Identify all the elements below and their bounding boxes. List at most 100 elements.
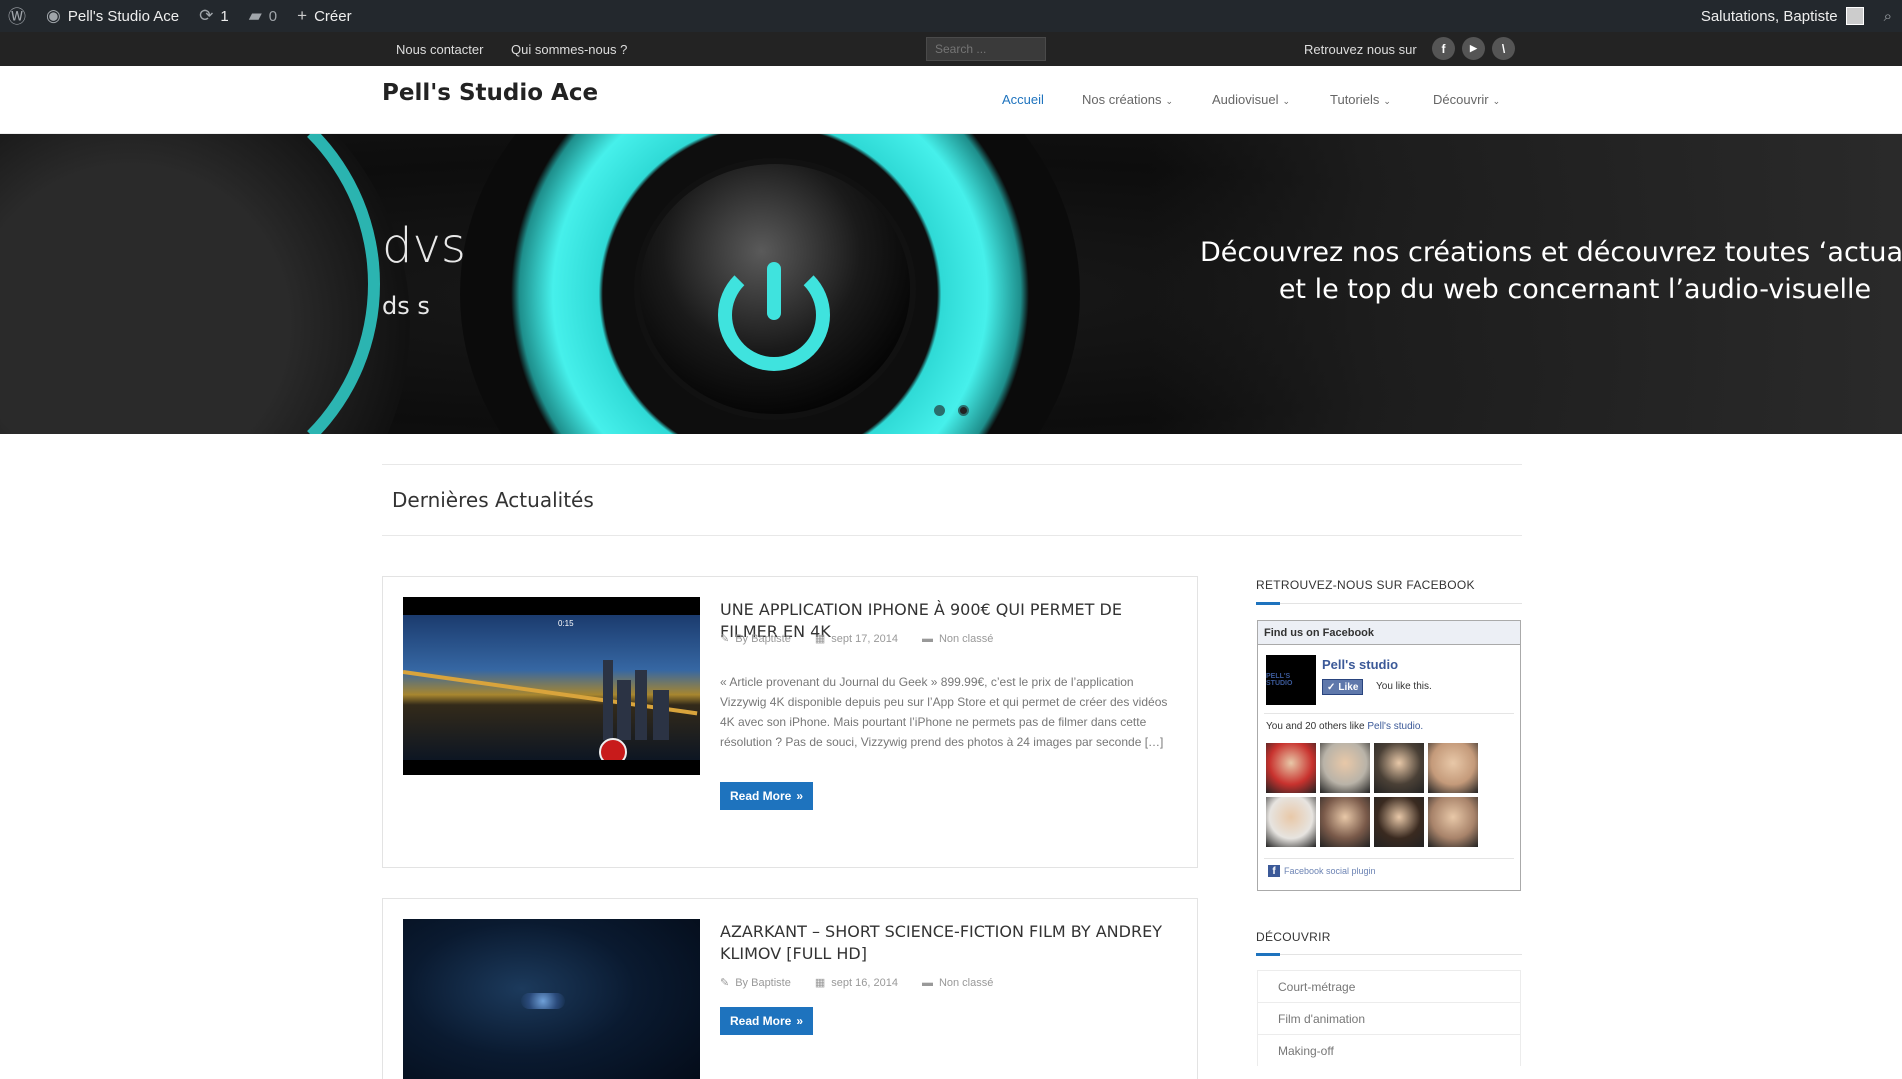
post-date: sept 16, 2014: [831, 976, 898, 989]
post-card: 12:25 PM 0:15 UNE APPLICATION IPHONE À 9…: [382, 576, 1198, 868]
fb-header: Find us on Facebook: [1258, 621, 1520, 645]
topbar-link-contact[interactable]: Nous contacter: [396, 42, 483, 57]
admin-updates[interactable]: ⟳ 1: [189, 0, 239, 32]
fb-others-like: You and 20 others like Pell's studio.: [1266, 721, 1424, 732]
follow-label: Retrouvez nous sur: [1304, 42, 1417, 57]
post-category[interactable]: Non classé: [939, 633, 993, 645]
thumb-tower: [635, 670, 647, 740]
nav-item-audiovisuel[interactable]: Audiovisuel ⌄: [1212, 92, 1290, 107]
nav-item-accueil[interactable]: Accueil: [1002, 92, 1044, 107]
wordpress-logo-icon[interactable]: Ⓦ: [0, 0, 36, 32]
read-more-button[interactable]: Read More»: [720, 1007, 814, 1035]
hero-subtitle: ds s: [382, 292, 430, 320]
thumb-tower: [617, 680, 631, 740]
post-thumbnail[interactable]: [403, 919, 700, 1079]
post-excerpt: « Article provenant du Journal du Geek »…: [720, 675, 1168, 749]
post-author[interactable]: By Baptiste: [735, 633, 791, 645]
fb-friend-avatar[interactable]: [1266, 797, 1316, 847]
thumbnail-image: [403, 919, 700, 1079]
power-icon-line: [767, 262, 781, 320]
post-meta: ✎ By Baptiste ▦ sept 17, 2014 ▬ Non clas…: [720, 632, 993, 646]
widget-underline: [1256, 953, 1522, 956]
discover-item-making-off[interactable]: Making-off: [1257, 1034, 1521, 1066]
admin-bar: Ⓦ ◉ Pell's Studio Ace ⟳ 1 ▰ 0 + Créer Saluta…: [0, 0, 1902, 32]
dashboard-icon: ◉: [46, 6, 61, 25]
divider: [382, 535, 1522, 536]
section-title: Dernières Actualités: [392, 488, 594, 512]
hero-title: dvs: [382, 218, 466, 274]
pencil-icon: ✎: [720, 977, 730, 989]
hero-tagline: Découvrez nos créations et découvrez tou…: [1200, 237, 1902, 305]
post-card: AZARKANT – SHORT SCIENCE-FICTION FILM BY…: [382, 898, 1198, 1079]
hero-ring-left: [0, 134, 380, 434]
plus-icon: +: [297, 6, 308, 25]
slider-dot-2[interactable]: [958, 405, 969, 416]
top-bar: Nous contacter Qui sommes-nous ? Retrouv…: [0, 32, 1902, 66]
check-icon: ✓: [1327, 681, 1336, 693]
widget-title-facebook: RETROUVEZ-NOUS SUR FACEBOOK: [1256, 578, 1475, 592]
thumb-time: 12:25 PM: [538, 601, 573, 610]
discover-item-film-animation[interactable]: Film d'animation: [1257, 1002, 1521, 1034]
topbar-link-about[interactable]: Qui sommes-nous ?: [511, 42, 627, 57]
post-category[interactable]: Non classé: [939, 977, 993, 989]
comment-icon: ▰: [248, 6, 262, 25]
thumbnail-image: 12:25 PM 0:15: [403, 597, 700, 775]
chevron-down-icon: ⌄: [1383, 96, 1391, 106]
fb-like-button[interactable]: ✓ Like: [1322, 679, 1364, 695]
post-thumbnail[interactable]: 12:25 PM 0:15: [403, 597, 700, 775]
folder-icon: ▬: [921, 976, 933, 989]
post-meta: ✎ By Baptiste ▦ sept 16, 2014 ▬ Non clas…: [720, 976, 993, 990]
rss-icon[interactable]: \: [1492, 37, 1515, 60]
avatar: [1845, 7, 1864, 25]
fb-plugin-label[interactable]: f Facebook social plugin: [1268, 865, 1376, 877]
widget-title-discover: DÉCOUVRIR: [1256, 930, 1331, 944]
discover-item-court-metrage[interactable]: Court-métrage: [1257, 970, 1521, 1002]
fb-you-like: You like this.: [1376, 681, 1432, 692]
pencil-icon: ✎: [720, 633, 730, 645]
admin-create[interactable]: + Créer: [287, 0, 361, 32]
double-chevron-right-icon: »: [796, 1014, 804, 1028]
thumb-spaceship: [521, 993, 565, 1009]
fb-friend-avatar[interactable]: [1266, 743, 1316, 793]
calendar-icon: ▦: [814, 977, 826, 989]
slider-dot-1[interactable]: [934, 405, 945, 416]
admin-account[interactable]: Salutations, Baptiste: [1691, 0, 1874, 32]
fb-page-name[interactable]: Pell's studio: [1322, 657, 1398, 672]
nav-item-nos-creations[interactable]: Nos créations ⌄: [1082, 92, 1173, 107]
calendar-icon: ▦: [814, 633, 826, 645]
site-header: Pell's Studio Ace Accueil Nos créations ⌄…: [0, 66, 1902, 134]
divider: [382, 464, 1522, 465]
record-button-icon: [599, 738, 627, 760]
refresh-icon: ⟳: [199, 6, 214, 25]
hero-slider: dvs ds s Découvrez nos créations et déco…: [0, 134, 1902, 434]
fb-friend-avatar[interactable]: [1320, 743, 1370, 793]
chevron-down-icon: ⌄: [1282, 96, 1291, 106]
discover-list: Court-métrage Film d'animation Making-of…: [1257, 970, 1521, 1066]
thumb-tower: [653, 690, 669, 740]
thumb-tower: [603, 660, 613, 740]
nav-item-decouvrir[interactable]: Découvrir ⌄: [1433, 92, 1500, 107]
search-input[interactable]: [926, 37, 1046, 61]
fb-friend-avatar[interactable]: [1320, 797, 1370, 847]
folder-icon: ▬: [921, 632, 933, 645]
read-more-button[interactable]: Read More»: [720, 782, 814, 810]
fb-friend-avatar[interactable]: [1374, 797, 1424, 847]
post-date: sept 17, 2014: [831, 632, 898, 645]
nav-item-tutoriels[interactable]: Tutoriels ⌄: [1330, 92, 1391, 107]
youtube-icon[interactable]: ▶: [1462, 37, 1485, 60]
widget-underline: [1256, 602, 1522, 605]
chevron-down-icon: ⌄: [1492, 96, 1501, 106]
double-chevron-right-icon: »: [796, 789, 804, 803]
fb-friend-avatar[interactable]: [1374, 743, 1424, 793]
post-author[interactable]: By Baptiste: [735, 977, 791, 989]
fb-page-picture[interactable]: PELL'S STUDIO: [1266, 655, 1316, 705]
admin-site-link[interactable]: ◉ Pell's Studio Ace: [36, 0, 189, 32]
facebook-icon[interactable]: f: [1432, 37, 1455, 60]
post-title[interactable]: AZARKANT – SHORT SCIENCE-FICTION FILM BY…: [720, 921, 1180, 965]
fb-friend-avatar[interactable]: [1428, 797, 1478, 847]
site-logo[interactable]: Pell's Studio Ace: [382, 80, 598, 106]
chevron-down-icon: ⌄: [1165, 96, 1174, 106]
admin-search-icon[interactable]: ⌕: [1874, 0, 1902, 32]
fb-friend-avatar[interactable]: [1428, 743, 1478, 793]
admin-comments[interactable]: ▰ 0: [239, 0, 287, 32]
